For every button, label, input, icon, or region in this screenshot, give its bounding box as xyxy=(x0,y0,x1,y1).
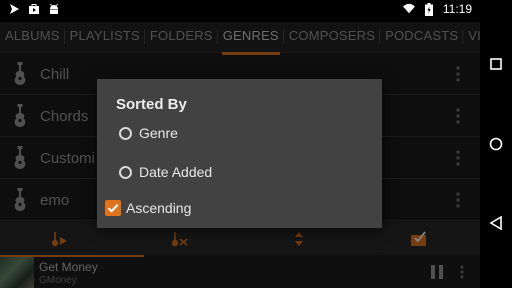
ascending-label[interactable]: Ascending xyxy=(126,200,191,216)
option-label: Genre xyxy=(139,125,178,141)
back-icon[interactable] xyxy=(489,215,503,231)
radio-button[interactable] xyxy=(119,126,132,140)
store-icon xyxy=(28,3,40,15)
wifi-icon xyxy=(402,3,415,15)
home-icon[interactable] xyxy=(489,137,503,151)
option-label: Date Added xyxy=(139,164,213,180)
ascending-checkbox[interactable] xyxy=(105,200,121,216)
battery-icon xyxy=(423,2,435,16)
sort-dialog: Sorted By Genre Date Added Ascending xyxy=(97,79,382,228)
status-bar: 11:19 xyxy=(0,0,480,22)
music-app: 11:19 ALBUMS PLAYLISTS FOLDERS GENRES COMPOS… xyxy=(0,0,480,288)
clock: 11:19 xyxy=(442,2,472,16)
android-icon xyxy=(48,3,60,15)
sort-option-date-added[interactable]: Date Added xyxy=(119,161,212,183)
radio-button[interactable] xyxy=(119,165,132,179)
system-nav-bar xyxy=(480,0,512,288)
sort-option-genre[interactable]: Genre xyxy=(119,122,178,144)
dialog-title: Sorted By xyxy=(116,96,187,113)
navigation-icon xyxy=(8,3,20,15)
checkmark-icon xyxy=(107,204,119,213)
recents-icon[interactable] xyxy=(489,57,503,71)
